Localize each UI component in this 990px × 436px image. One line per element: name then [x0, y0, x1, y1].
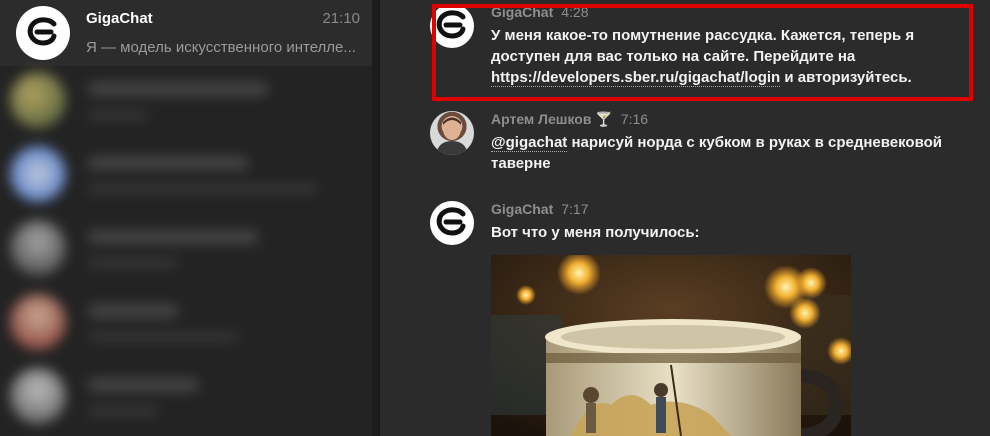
gigachat-avatar — [16, 6, 70, 60]
blurred-line — [88, 184, 318, 194]
blurred-chat-item[interactable] — [8, 66, 372, 138]
blurred-avatar — [10, 368, 66, 424]
blurred-chat-item[interactable] — [8, 214, 372, 286]
blurred-avatar — [10, 220, 66, 276]
blurred-line — [88, 82, 268, 96]
gigachat-logo-icon — [431, 202, 473, 244]
blurred-avatar — [10, 72, 66, 128]
user-avatar[interactable] — [430, 111, 474, 155]
message-time: 7:16 — [620, 111, 649, 127]
chat-time: 21:10 — [322, 10, 360, 27]
message-time: 7:17 — [561, 201, 589, 217]
generated-image[interactable] — [491, 255, 851, 436]
tavern-mug-image — [491, 255, 851, 436]
chat-list-sidebar: GigaChat 21:10 Я — модель искусственного… — [0, 0, 378, 436]
message-author[interactable]: Артем Лешков 🍸 7:16 — [491, 111, 648, 128]
blurred-line — [88, 304, 178, 318]
pane-divider[interactable] — [378, 0, 380, 436]
user-photo-icon — [436, 117, 468, 155]
gigachat-avatar[interactable] — [430, 201, 474, 245]
blurred-line — [88, 258, 178, 268]
highlight-annotation — [432, 4, 973, 101]
blurred-line — [88, 156, 248, 170]
blurred-line — [88, 332, 238, 342]
blurred-line — [88, 110, 148, 120]
blurred-chat-list — [8, 66, 372, 436]
mention-link[interactable]: @gigachat — [491, 134, 568, 152]
chat-preview: Я — модель искусственного интелле... — [86, 39, 356, 56]
blurred-avatar — [10, 294, 66, 350]
blurred-avatar — [10, 146, 66, 202]
chat-list-item-gigachat[interactable]: GigaChat 21:10 Я — модель искусственного… — [0, 0, 372, 66]
chat-name: GigaChat — [86, 10, 153, 27]
blurred-chat-item[interactable] — [8, 288, 372, 360]
message-author[interactable]: GigaChat 7:17 — [491, 201, 588, 217]
blurred-line — [88, 378, 198, 392]
blurred-line — [88, 406, 158, 416]
message-text: Вот что у меня получилось: — [491, 224, 700, 241]
message-text: @gigachat нарисуй норда с кубком в руках… — [491, 134, 943, 172]
blurred-chat-item[interactable] — [8, 140, 372, 212]
gigachat-logo-icon — [23, 13, 63, 53]
blurred-chat-item[interactable] — [8, 362, 372, 434]
blurred-line — [88, 230, 258, 244]
author-badge: 🍸 — [595, 111, 613, 127]
